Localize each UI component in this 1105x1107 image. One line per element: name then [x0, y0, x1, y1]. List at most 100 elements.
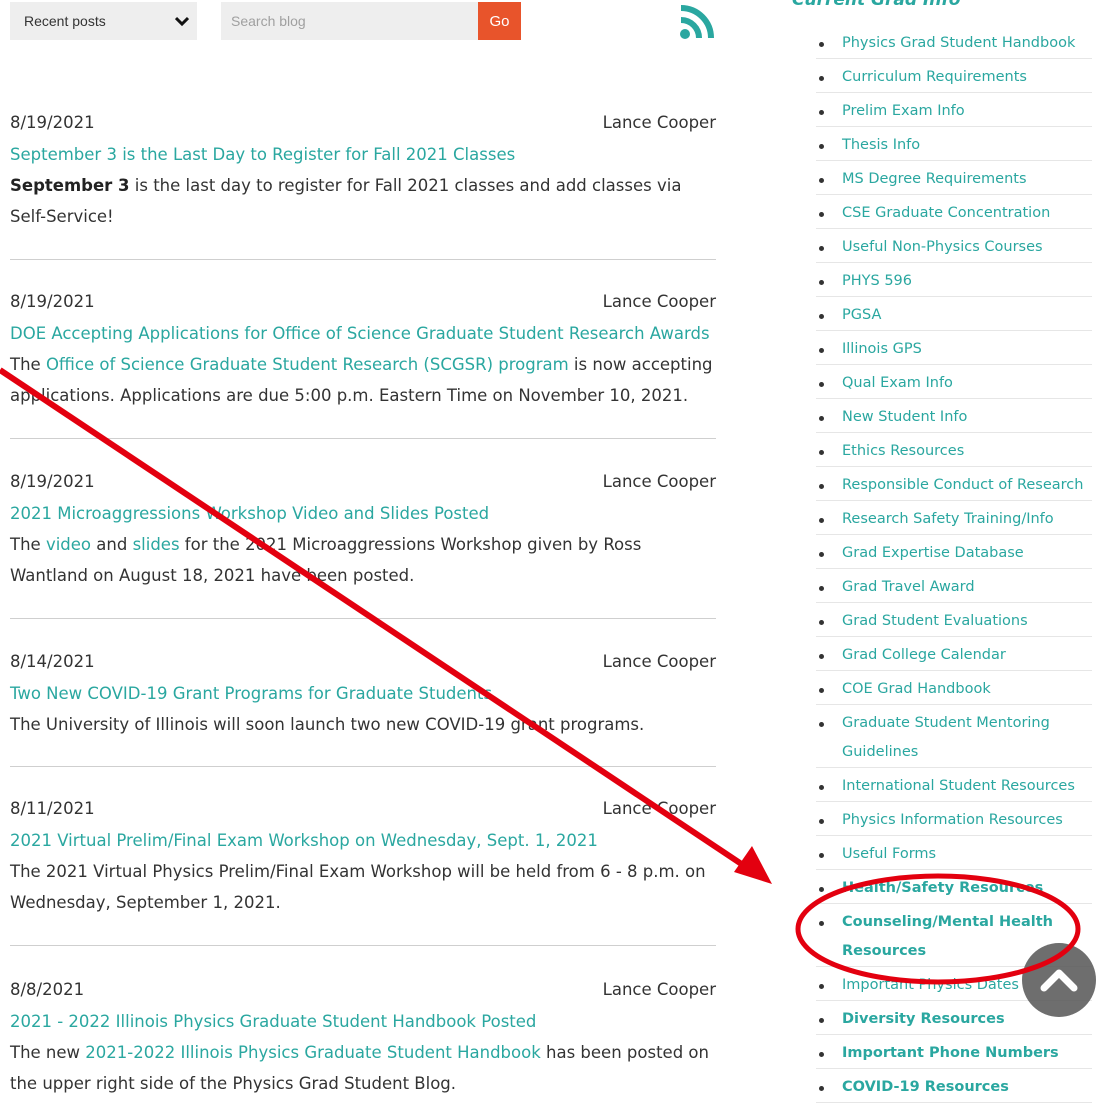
search-input[interactable] — [221, 2, 478, 40]
sidebar-item-coe-handbook[interactable]: COE Grad Handbook — [816, 675, 1092, 705]
sidebar-item-illinois-gps[interactable]: Illinois GPS — [816, 335, 1092, 365]
post-summary: The new 2021-2022 Illinois Physics Gradu… — [10, 1037, 716, 1099]
sidebar-link[interactable]: Illinois GPS — [842, 341, 922, 357]
post-summary: September 3 is the last day to register … — [10, 170, 716, 232]
summary-bold: September 3 — [10, 176, 130, 195]
sidebar-item-phys596[interactable]: PHYS 596 — [816, 267, 1092, 297]
sidebar-item-calendar[interactable]: Grad College Calendar — [816, 641, 1092, 671]
post-summary: The 2021 Virtual Physics Prelim/Final Ex… — [10, 862, 706, 912]
post-author: Lance Cooper — [602, 292, 716, 311]
sidebar-link[interactable]: Important Physics Dates — [842, 977, 1019, 993]
sidebar-link[interactable]: Thesis Info — [842, 137, 920, 153]
post-date: 8/19/2021 — [10, 292, 95, 311]
sidebar-link[interactable]: Important Phone Numbers — [842, 1045, 1059, 1061]
chevron-up-icon — [1040, 969, 1078, 992]
slides-link[interactable]: slides — [133, 535, 180, 554]
sidebar-heading: Current Grad Info — [792, 0, 961, 10]
post-summary: The Office of Science Graduate Student R… — [10, 349, 716, 411]
sidebar-item-conduct[interactable]: Responsible Conduct of Research — [816, 471, 1092, 501]
annotation-arrowhead — [734, 846, 772, 884]
sidebar-link[interactable]: Research Safety Training/Info — [842, 511, 1054, 527]
sidebar-item-thesis[interactable]: Thesis Info — [816, 131, 1092, 161]
sidebar-link[interactable]: COE Grad Handbook — [842, 681, 991, 697]
sidebar-item-ethics[interactable]: Ethics Resources — [816, 437, 1092, 467]
sidebar-item-qual[interactable]: Qual Exam Info — [816, 369, 1092, 399]
post-summary: The University of Illinois will soon lau… — [10, 715, 645, 734]
rss-icon[interactable] — [678, 3, 716, 41]
sidebar-item-mentoring[interactable]: Graduate Student Mentoring Guidelines — [816, 709, 1092, 768]
sidebar-link[interactable]: Grad College Calendar — [842, 647, 1006, 663]
post-date: 8/14/2021 — [10, 652, 95, 671]
sidebar-link[interactable]: Curriculum Requirements — [842, 69, 1027, 85]
sidebar-item-pgsa[interactable]: PGSA — [816, 301, 1092, 331]
sidebar-item-forms[interactable]: Useful Forms — [816, 840, 1092, 870]
sidebar-item-travel[interactable]: Grad Travel Award — [816, 573, 1092, 603]
post-author: Lance Cooper — [602, 799, 716, 818]
sidebar-item-evaluations[interactable]: Grad Student Evaluations — [816, 607, 1092, 637]
recent-posts-select[interactable]: Recent posts — [10, 2, 197, 40]
post-divider — [10, 945, 716, 946]
sidebar-item-phone-numbers[interactable]: Important Phone Numbers — [816, 1039, 1092, 1069]
post-date: 8/19/2021 — [10, 472, 95, 491]
sidebar-link[interactable]: New Student Info — [842, 409, 967, 425]
sidebar-link[interactable]: Health/Safety Resources — [842, 880, 1043, 896]
go-button[interactable]: Go — [478, 2, 521, 40]
post-author: Lance Cooper — [602, 113, 716, 132]
post-summary: The video and slides for the 2021 Microa… — [10, 529, 716, 591]
sidebar-item-international[interactable]: International Student Resources — [816, 772, 1092, 802]
chevron-down-icon — [175, 16, 189, 27]
sidebar-item-safety-training[interactable]: Research Safety Training/Info — [816, 505, 1092, 535]
post-date: 8/19/2021 — [10, 113, 95, 132]
sidebar-link[interactable]: PGSA — [842, 307, 881, 323]
post-title-link[interactable]: DOE Accepting Applications for Office of… — [10, 318, 710, 349]
post-title-link[interactable]: Two New COVID-19 Grant Programs for Grad… — [10, 678, 492, 709]
handbook-link[interactable]: 2021-2022 Illinois Physics Graduate Stud… — [85, 1043, 541, 1062]
sidebar-item-info-resources[interactable]: Physics Information Resources — [816, 806, 1092, 836]
post-divider — [10, 766, 716, 767]
sidebar-link[interactable]: Useful Non-Physics Courses — [842, 239, 1043, 255]
sidebar-link[interactable]: CSE Graduate Concentration — [842, 205, 1050, 221]
sidebar-link[interactable]: Qual Exam Info — [842, 375, 953, 391]
sidebar-item-new-student[interactable]: New Student Info — [816, 403, 1092, 433]
sidebar-link[interactable]: Useful Forms — [842, 846, 936, 862]
scroll-to-top-button[interactable] — [1022, 943, 1096, 1017]
sidebar-item-grad-handbook[interactable]: Physics Grad Student Handbook — [816, 29, 1092, 59]
sidebar-item-cse[interactable]: CSE Graduate Concentration — [816, 199, 1092, 229]
post-title-link[interactable]: September 3 is the Last Day to Register … — [10, 139, 515, 170]
sidebar-item-prelim[interactable]: Prelim Exam Info — [816, 97, 1092, 127]
post-title-link[interactable]: 2021 Microaggressions Workshop Video and… — [10, 498, 489, 529]
post-title-link[interactable]: 2021 - 2022 Illinois Physics Graduate St… — [10, 1006, 536, 1037]
scgsr-program-link[interactable]: Office of Science Graduate Student Resea… — [46, 355, 569, 374]
sidebar-link[interactable]: PHYS 596 — [842, 273, 912, 289]
summary-text: The new — [10, 1043, 86, 1062]
sidebar-link[interactable]: Physics Grad Student Handbook — [842, 35, 1075, 51]
sidebar-item-non-physics[interactable]: Useful Non-Physics Courses — [816, 233, 1092, 263]
sidebar-link[interactable]: Physics Information Resources — [842, 812, 1063, 828]
sidebar-link[interactable]: Prelim Exam Info — [842, 103, 965, 119]
post-divider — [10, 438, 716, 439]
post-date: 8/11/2021 — [10, 799, 95, 818]
post-divider — [10, 259, 716, 260]
video-link[interactable]: video — [46, 535, 91, 554]
post-author: Lance Cooper — [602, 472, 716, 491]
sidebar-link[interactable]: COVID-19 Resources — [842, 1079, 1009, 1095]
select-value: Recent posts — [24, 13, 106, 29]
sidebar-link[interactable]: Ethics Resources — [842, 443, 964, 459]
sidebar-link[interactable]: Grad Travel Award — [842, 579, 975, 595]
post-title-link[interactable]: 2021 Virtual Prelim/Final Exam Workshop … — [10, 825, 598, 856]
sidebar-link[interactable]: Diversity Resources — [842, 1011, 1005, 1027]
sidebar-item-ms-degree[interactable]: MS Degree Requirements — [816, 165, 1092, 195]
sidebar-link[interactable]: MS Degree Requirements — [842, 171, 1027, 187]
sidebar-item-expertise[interactable]: Grad Expertise Database — [816, 539, 1092, 569]
sidebar-item-curriculum[interactable]: Curriculum Requirements — [816, 63, 1092, 93]
sidebar-link[interactable]: International Student Resources — [842, 778, 1075, 794]
summary-text: The — [10, 355, 46, 374]
sidebar-item-health-safety[interactable]: Health/Safety Resources — [816, 874, 1092, 904]
sidebar-link[interactable]: Responsible Conduct of Research — [842, 477, 1083, 493]
summary-text: and — [91, 535, 133, 554]
summary-text: The — [10, 535, 46, 554]
sidebar-link[interactable]: Grad Student Evaluations — [842, 613, 1028, 629]
sidebar-link[interactable]: Grad Expertise Database — [842, 545, 1024, 561]
sidebar-link[interactable]: Graduate Student Mentoring Guidelines — [842, 715, 1050, 760]
sidebar-item-covid[interactable]: COVID-19 Resources — [816, 1073, 1092, 1103]
